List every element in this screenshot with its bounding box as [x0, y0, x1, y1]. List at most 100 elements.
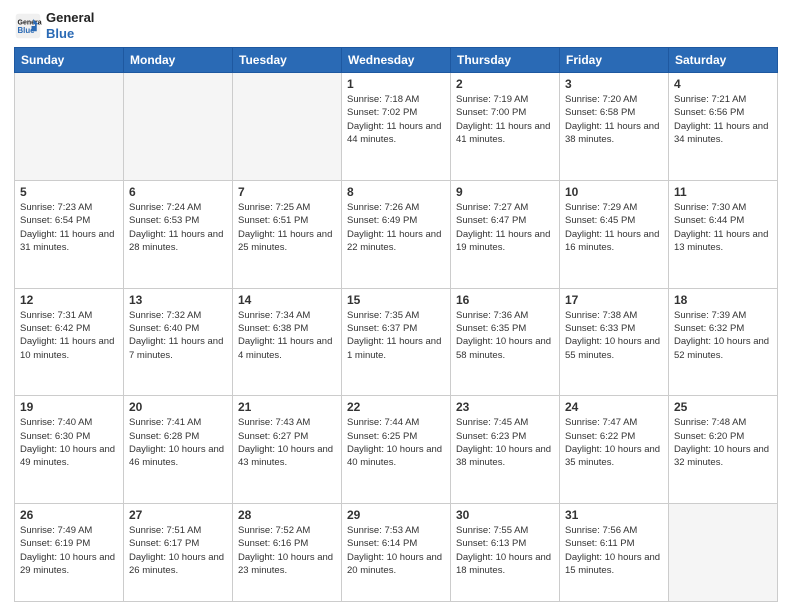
day-info: Sunrise: 7:31 AM Sunset: 6:42 PM Dayligh…: [20, 309, 118, 362]
calendar-cell: 13 Sunrise: 7:32 AM Sunset: 6:40 PM Dayli…: [124, 288, 233, 396]
day-header-tuesday: Tuesday: [233, 48, 342, 73]
calendar-cell: 10 Sunrise: 7:29 AM Sunset: 6:45 PM Dayli…: [560, 180, 669, 288]
day-info: Sunrise: 7:38 AM Sunset: 6:33 PM Dayligh…: [565, 309, 663, 362]
day-number: 23: [456, 400, 554, 414]
day-info: Sunrise: 7:20 AM Sunset: 6:58 PM Dayligh…: [565, 93, 663, 146]
logo: General Blue General Blue: [14, 10, 94, 41]
day-info: Sunrise: 7:34 AM Sunset: 6:38 PM Dayligh…: [238, 309, 336, 362]
day-info: Sunrise: 7:21 AM Sunset: 6:56 PM Dayligh…: [674, 93, 772, 146]
calendar-table: SundayMondayTuesdayWednesdayThursdayFrid…: [14, 47, 778, 602]
calendar-cell: 15 Sunrise: 7:35 AM Sunset: 6:37 PM Dayli…: [342, 288, 451, 396]
calendar-cell: [233, 73, 342, 181]
day-info: Sunrise: 7:29 AM Sunset: 6:45 PM Dayligh…: [565, 201, 663, 254]
calendar-cell: 25 Sunrise: 7:48 AM Sunset: 6:20 PM Dayli…: [669, 396, 778, 504]
day-info: Sunrise: 7:18 AM Sunset: 7:02 PM Dayligh…: [347, 93, 445, 146]
calendar-cell: 12 Sunrise: 7:31 AM Sunset: 6:42 PM Dayli…: [15, 288, 124, 396]
calendar-cell: 9 Sunrise: 7:27 AM Sunset: 6:47 PM Daylig…: [451, 180, 560, 288]
day-info: Sunrise: 7:43 AM Sunset: 6:27 PM Dayligh…: [238, 416, 336, 469]
calendar-cell: 22Sunrise: 7:44 AM Sunset: 6:25 PM Dayli…: [342, 396, 451, 504]
logo-icon: General Blue: [14, 12, 42, 40]
day-info: Sunrise: 7:49 AM Sunset: 6:19 PM Dayligh…: [20, 524, 118, 577]
day-number: 3: [565, 77, 663, 91]
calendar-cell: 30Sunrise: 7:55 AM Sunset: 6:13 PM Dayli…: [451, 504, 560, 602]
day-number: 4: [674, 77, 772, 91]
day-number: 1: [347, 77, 445, 91]
calendar-cell: 8 Sunrise: 7:26 AM Sunset: 6:49 PM Daylig…: [342, 180, 451, 288]
day-info: Sunrise: 7:47 AM Sunset: 6:22 PM Dayligh…: [565, 416, 663, 469]
day-number: 25: [674, 400, 772, 414]
day-info: Sunrise: 7:41 AM Sunset: 6:28 PM Dayligh…: [129, 416, 227, 469]
day-number: 29: [347, 508, 445, 522]
calendar-cell: [669, 504, 778, 602]
day-number: 15: [347, 293, 445, 307]
day-info: Sunrise: 7:30 AM Sunset: 6:44 PM Dayligh…: [674, 201, 772, 254]
day-header-saturday: Saturday: [669, 48, 778, 73]
calendar-cell: 20 Sunrise: 7:41 AM Sunset: 6:28 PM Dayli…: [124, 396, 233, 504]
day-header-thursday: Thursday: [451, 48, 560, 73]
calendar-cell: 11Sunrise: 7:30 AM Sunset: 6:44 PM Dayli…: [669, 180, 778, 288]
calendar-cell: 14Sunrise: 7:34 AM Sunset: 6:38 PM Dayli…: [233, 288, 342, 396]
calendar-cell: 19 Sunrise: 7:40 AM Sunset: 6:30 PM Dayli…: [15, 396, 124, 504]
week-row-1: 5 Sunrise: 7:23 AM Sunset: 6:54 PM Daylig…: [15, 180, 778, 288]
calendar-cell: 7Sunrise: 7:25 AM Sunset: 6:51 PM Daylig…: [233, 180, 342, 288]
calendar-cell: 26 Sunrise: 7:49 AM Sunset: 6:19 PM Dayli…: [15, 504, 124, 602]
day-header-friday: Friday: [560, 48, 669, 73]
day-info: Sunrise: 7:36 AM Sunset: 6:35 PM Dayligh…: [456, 309, 554, 362]
day-header-sunday: Sunday: [15, 48, 124, 73]
calendar-cell: 16 Sunrise: 7:36 AM Sunset: 6:35 PM Dayli…: [451, 288, 560, 396]
day-info: Sunrise: 7:26 AM Sunset: 6:49 PM Dayligh…: [347, 201, 445, 254]
day-number: 9: [456, 185, 554, 199]
day-number: 13: [129, 293, 227, 307]
day-number: 26: [20, 508, 118, 522]
day-info: Sunrise: 7:40 AM Sunset: 6:30 PM Dayligh…: [20, 416, 118, 469]
day-info: Sunrise: 7:53 AM Sunset: 6:14 PM Dayligh…: [347, 524, 445, 577]
day-number: 18: [674, 293, 772, 307]
header: General Blue General Blue: [14, 10, 778, 41]
calendar-cell: 2 Sunrise: 7:19 AM Sunset: 7:00 PM Daylig…: [451, 73, 560, 181]
calendar-cell: 6 Sunrise: 7:24 AM Sunset: 6:53 PM Daylig…: [124, 180, 233, 288]
calendar-cell: 18 Sunrise: 7:39 AM Sunset: 6:32 PM Dayli…: [669, 288, 778, 396]
day-number: 27: [129, 508, 227, 522]
day-number: 19: [20, 400, 118, 414]
week-row-3: 19 Sunrise: 7:40 AM Sunset: 6:30 PM Dayli…: [15, 396, 778, 504]
day-number: 21: [238, 400, 336, 414]
day-info: Sunrise: 7:35 AM Sunset: 6:37 PM Dayligh…: [347, 309, 445, 362]
calendar-cell: 24Sunrise: 7:47 AM Sunset: 6:22 PM Dayli…: [560, 396, 669, 504]
day-info: Sunrise: 7:39 AM Sunset: 6:32 PM Dayligh…: [674, 309, 772, 362]
day-info: Sunrise: 7:56 AM Sunset: 6:11 PM Dayligh…: [565, 524, 663, 577]
day-number: 2: [456, 77, 554, 91]
day-number: 5: [20, 185, 118, 199]
day-info: Sunrise: 7:24 AM Sunset: 6:53 PM Dayligh…: [129, 201, 227, 254]
day-number: 6: [129, 185, 227, 199]
day-header-monday: Monday: [124, 48, 233, 73]
calendar-cell: 1 Sunrise: 7:18 AM Sunset: 7:02 PM Daylig…: [342, 73, 451, 181]
calendar-cell: 4 Sunrise: 7:21 AM Sunset: 6:56 PM Daylig…: [669, 73, 778, 181]
day-number: 17: [565, 293, 663, 307]
calendar-cell: 31Sunrise: 7:56 AM Sunset: 6:11 PM Dayli…: [560, 504, 669, 602]
day-number: 16: [456, 293, 554, 307]
day-number: 10: [565, 185, 663, 199]
day-number: 20: [129, 400, 227, 414]
calendar-cell: 21 Sunrise: 7:43 AM Sunset: 6:27 PM Dayli…: [233, 396, 342, 504]
day-number: 7: [238, 185, 336, 199]
day-header-wednesday: Wednesday: [342, 48, 451, 73]
day-info: Sunrise: 7:19 AM Sunset: 7:00 PM Dayligh…: [456, 93, 554, 146]
day-number: 30: [456, 508, 554, 522]
day-info: Sunrise: 7:45 AM Sunset: 6:23 PM Dayligh…: [456, 416, 554, 469]
day-info: Sunrise: 7:48 AM Sunset: 6:20 PM Dayligh…: [674, 416, 772, 469]
day-number: 8: [347, 185, 445, 199]
calendar-header-row: SundayMondayTuesdayWednesdayThursdayFrid…: [15, 48, 778, 73]
day-info: Sunrise: 7:44 AM Sunset: 6:25 PM Dayligh…: [347, 416, 445, 469]
page: General Blue General Blue SundayMondayTu…: [0, 0, 792, 612]
day-info: Sunrise: 7:23 AM Sunset: 6:54 PM Dayligh…: [20, 201, 118, 254]
day-info: Sunrise: 7:32 AM Sunset: 6:40 PM Dayligh…: [129, 309, 227, 362]
day-number: 28: [238, 508, 336, 522]
calendar-cell: 27Sunrise: 7:51 AM Sunset: 6:17 PM Dayli…: [124, 504, 233, 602]
calendar-cell: 28Sunrise: 7:52 AM Sunset: 6:16 PM Dayli…: [233, 504, 342, 602]
day-info: Sunrise: 7:27 AM Sunset: 6:47 PM Dayligh…: [456, 201, 554, 254]
calendar-cell: 3 Sunrise: 7:20 AM Sunset: 6:58 PM Daylig…: [560, 73, 669, 181]
calendar-cell: 17 Sunrise: 7:38 AM Sunset: 6:33 PM Dayli…: [560, 288, 669, 396]
calendar-cell: 29 Sunrise: 7:53 AM Sunset: 6:14 PM Dayli…: [342, 504, 451, 602]
calendar-cell: 5 Sunrise: 7:23 AM Sunset: 6:54 PM Daylig…: [15, 180, 124, 288]
day-number: 12: [20, 293, 118, 307]
